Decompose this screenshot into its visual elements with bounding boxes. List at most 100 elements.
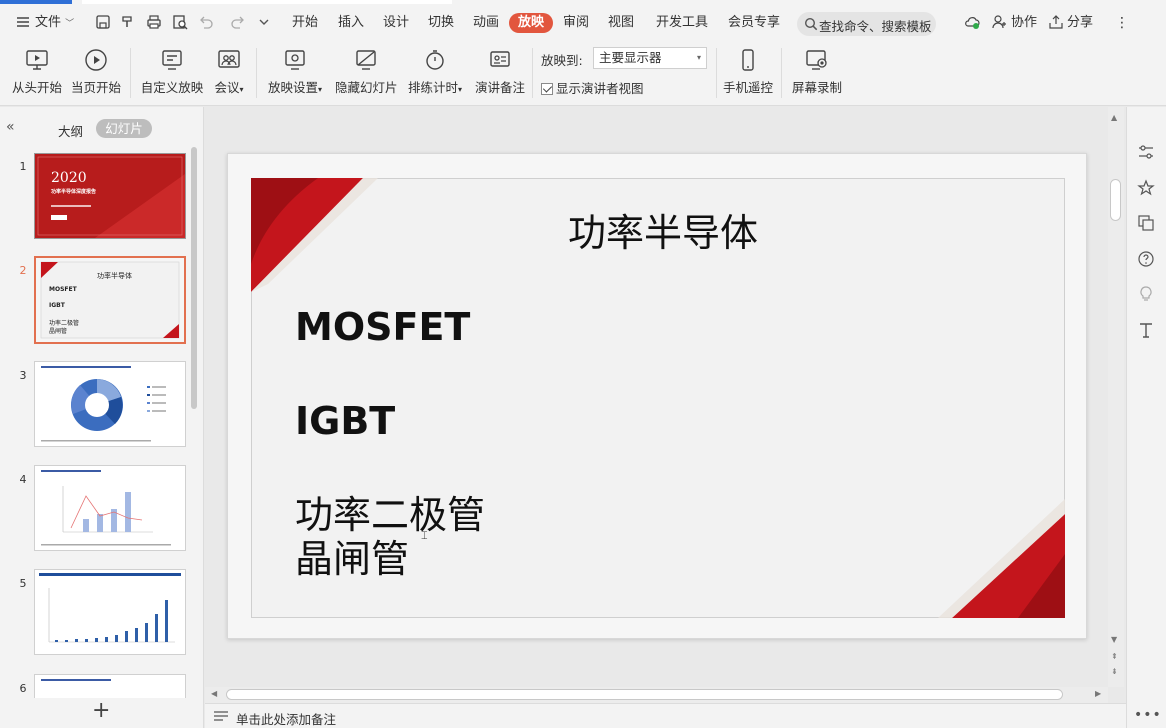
- file-menu[interactable]: 文件 ﹀: [35, 13, 74, 33]
- slide-5-bar-preview: [35, 570, 185, 654]
- monitor-select[interactable]: 主要显示器 ▾: [593, 47, 707, 69]
- cloud-sync-icon[interactable]: [964, 14, 980, 30]
- ribbon-divider: [781, 48, 782, 98]
- text-tool-icon[interactable]: [1137, 321, 1155, 339]
- ribbon-slideshow: 从头开始 当页开始 自定义放映 会议▾ 放映设置▾ 隐藏幻灯片 排练计时▾ 演讲…: [0, 44, 1166, 106]
- slide-thumbnail-1[interactable]: 2020 功率半导体深度报告: [34, 153, 186, 239]
- show-settings-button[interactable]: 放映设置▾: [265, 48, 325, 96]
- tab-view[interactable]: 视图: [608, 13, 634, 33]
- slide-number: 2: [19, 264, 27, 277]
- slide-bullet-diode[interactable]: 功率二极管: [295, 494, 485, 536]
- custom-show-label: 自定义放映: [140, 80, 204, 95]
- slide-thumbnail-5[interactable]: [34, 569, 186, 655]
- notes-bar[interactable]: 单击此处添加备注: [205, 703, 1126, 728]
- tab-transitions[interactable]: 切换: [428, 13, 454, 33]
- speaker-notes-button[interactable]: 演讲备注: [474, 48, 526, 96]
- print-icon[interactable]: [146, 14, 162, 30]
- more-options-icon[interactable]: ⋮: [1115, 13, 1129, 33]
- slide-title[interactable]: 功率半导体: [568, 202, 758, 257]
- tab-slideshow[interactable]: 放映: [509, 13, 554, 33]
- active-doc-tab-indicator[interactable]: [0, 0, 72, 4]
- lightbulb-icon[interactable]: [1137, 285, 1155, 303]
- tab-design[interactable]: 设计: [383, 13, 409, 33]
- tab-outline[interactable]: 大纲: [58, 121, 83, 140]
- tab-insert[interactable]: 插入: [338, 13, 364, 33]
- slide-thumbnail-4[interactable]: [34, 465, 186, 551]
- horizontal-scrollbar[interactable]: ◀ ▶: [205, 687, 1108, 703]
- presenter-view-checkbox[interactable]: 显示演讲者视图: [541, 78, 644, 97]
- previous-slide-icon[interactable]: ⇞: [1111, 652, 1118, 661]
- slide-bullet-mosfet[interactable]: MOSFET: [295, 306, 470, 348]
- slide-4-bar-preview: [35, 466, 185, 550]
- from-start-button[interactable]: 从头开始: [12, 48, 62, 96]
- collaborate-button[interactable]: 协作: [1011, 13, 1037, 33]
- rehearse-timing-text: 排练计时: [407, 80, 458, 95]
- tab-member[interactable]: 会员专享: [728, 13, 780, 33]
- slide-number: 3: [19, 369, 27, 382]
- undo-icon[interactable]: [198, 14, 214, 30]
- slide-thumbnail-6[interactable]: [34, 674, 186, 698]
- slide-1-title: 2020: [51, 170, 87, 186]
- settings-screen-icon: [283, 48, 307, 72]
- slide-bullet-thyristor[interactable]: 晶闸管: [295, 538, 409, 580]
- rehearse-timing-label: 排练计时▾: [406, 77, 464, 96]
- property-settings-icon[interactable]: [1137, 143, 1155, 161]
- chevron-down-icon: ﹀: [65, 19, 75, 29]
- print-preview-icon[interactable]: [172, 14, 188, 30]
- slide-2-line: MOSFET: [49, 286, 77, 293]
- scroll-left-icon[interactable]: ◀: [211, 689, 217, 698]
- collaborate-icon: [992, 14, 1008, 30]
- animation-star-icon[interactable]: [1137, 179, 1155, 197]
- help-icon[interactable]: [1137, 250, 1155, 268]
- vertical-scrollbar[interactable]: ▲ ▼ ⇞ ⇟: [1108, 107, 1124, 687]
- transition-icon[interactable]: [1137, 214, 1155, 232]
- redo-icon[interactable]: [230, 14, 246, 30]
- dropdown-arrow-icon: ▾: [458, 85, 463, 94]
- thumbnail-scrollbar[interactable]: [191, 147, 197, 409]
- tab-slides[interactable]: 幻灯片: [96, 119, 152, 138]
- tab-review[interactable]: 审阅: [563, 13, 589, 33]
- tab-developer[interactable]: 开发工具: [656, 13, 708, 33]
- quick-access-dropdown-icon[interactable]: [256, 14, 272, 30]
- slide-thumbnail-3[interactable]: [34, 361, 186, 447]
- format-painter-icon[interactable]: [120, 14, 136, 30]
- phone-remote-button[interactable]: 手机遥控: [722, 48, 774, 96]
- custom-show-button[interactable]: 自定义放映: [140, 48, 204, 96]
- add-slide-button[interactable]: +: [92, 700, 110, 722]
- rehearse-timing-button[interactable]: 排练计时▾: [406, 48, 464, 96]
- slide-number: 5: [19, 577, 27, 590]
- vertical-scroll-thumb[interactable]: [1110, 179, 1121, 221]
- ribbon-divider: [532, 48, 533, 98]
- next-slide-icon[interactable]: ⇟: [1111, 667, 1118, 676]
- share-button[interactable]: 分享: [1067, 13, 1093, 33]
- command-search[interactable]: 查找命令、搜索模板: [797, 12, 936, 36]
- screen-record-button[interactable]: 屏幕录制: [791, 48, 843, 96]
- scroll-up-icon[interactable]: ▲: [1111, 113, 1117, 122]
- share-icon: [1048, 14, 1064, 30]
- meeting-button[interactable]: 会议▾: [211, 48, 247, 96]
- scroll-right-icon[interactable]: ▶: [1095, 689, 1101, 698]
- more-horizontal-icon[interactable]: •••: [1134, 707, 1162, 723]
- hide-slide-label: 隐藏幻灯片: [335, 80, 398, 95]
- notes-placeholder: 单击此处添加备注: [236, 712, 337, 727]
- tab-home[interactable]: 开始: [292, 13, 318, 33]
- slide-number: 6: [19, 682, 27, 695]
- tab-animations[interactable]: 动画: [473, 13, 499, 33]
- scroll-down-icon[interactable]: ▼: [1111, 635, 1117, 644]
- current-slide[interactable]: 功率半导体 MOSFET IGBT 功率二极管 晶闸管 ⌶: [227, 153, 1087, 639]
- horizontal-scroll-thumb[interactable]: [226, 689, 1063, 700]
- collapse-panel-icon[interactable]: «: [6, 119, 15, 135]
- doc-tab[interactable]: [82, 0, 452, 4]
- ribbon-divider: [256, 48, 257, 98]
- from-current-button[interactable]: 当页开始: [70, 48, 122, 96]
- search-input-placeholder: 查找命令、搜索模板: [819, 19, 932, 34]
- hamburger-icon[interactable]: [15, 14, 31, 30]
- slide-thumbnail-2[interactable]: 功率半导体 MOSFET IGBT 功率二极管 晶闸管: [34, 256, 186, 344]
- dropdown-arrow-icon: ▾: [318, 85, 323, 94]
- slide-bullet-igbt[interactable]: IGBT: [295, 400, 395, 442]
- slide-thumbnail-panel: « 大纲 幻灯片 1 2020 功率半导体深度报告 2 功率半导体 MOSFET…: [0, 107, 204, 728]
- speaker-notes-icon: [488, 48, 512, 72]
- hide-slide-button[interactable]: 隐藏幻灯片: [335, 48, 398, 96]
- save-icon[interactable]: [95, 14, 111, 30]
- ribbon-divider: [716, 48, 717, 98]
